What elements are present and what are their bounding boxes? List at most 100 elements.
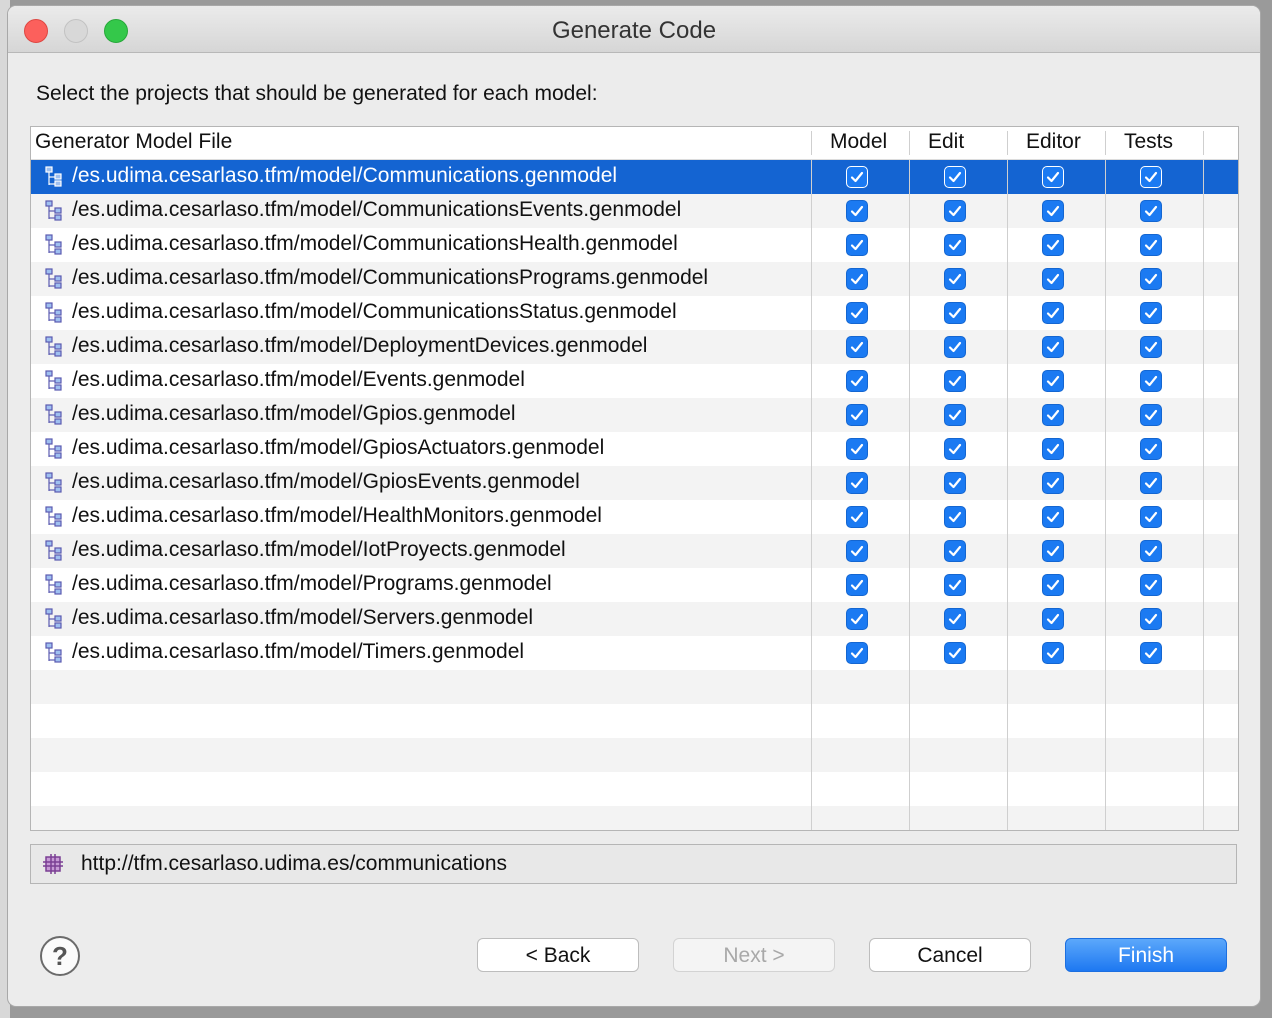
- edit-checkbox[interactable]: [944, 336, 966, 358]
- editor-checkbox[interactable]: [1042, 370, 1064, 392]
- column-header-file[interactable]: Generator Model File: [35, 130, 232, 154]
- table-row[interactable]: /es.udima.cesarlaso.tfm/model/GpiosActua…: [31, 432, 1238, 466]
- column-separator[interactable]: [1203, 131, 1204, 155]
- edit-checkbox[interactable]: [944, 268, 966, 290]
- editor-checkbox[interactable]: [1042, 166, 1064, 188]
- table-row[interactable]: /es.udima.cesarlaso.tfm/model/Communicat…: [31, 194, 1238, 228]
- tests-checkbox[interactable]: [1140, 336, 1162, 358]
- editor-checkbox[interactable]: [1042, 540, 1064, 562]
- editor-checkbox[interactable]: [1042, 234, 1064, 256]
- next-button[interactable]: Next >: [673, 938, 835, 972]
- table-row[interactable]: /es.udima.cesarlaso.tfm/model/Deployment…: [31, 330, 1238, 364]
- model-checkbox[interactable]: [846, 268, 868, 290]
- table-row[interactable]: /es.udima.cesarlaso.tfm/model/Communicat…: [31, 296, 1238, 330]
- edit-checkbox[interactable]: [944, 540, 966, 562]
- table-row[interactable]: /es.udima.cesarlaso.tfm/model/Gpios.genm…: [31, 398, 1238, 432]
- editor-checkbox[interactable]: [1042, 574, 1064, 596]
- column-separator[interactable]: [811, 131, 812, 155]
- genmodel-tree-icon: [44, 608, 64, 630]
- table-row[interactable]: /es.udima.cesarlaso.tfm/model/Timers.gen…: [31, 636, 1238, 670]
- back-button[interactable]: < Back: [477, 938, 639, 972]
- model-checkbox[interactable]: [846, 200, 868, 222]
- editor-checkbox[interactable]: [1042, 472, 1064, 494]
- checkmark-icon: [850, 239, 864, 251]
- edit-checkbox[interactable]: [944, 472, 966, 494]
- cancel-button[interactable]: Cancel: [869, 938, 1031, 972]
- table-row[interactable]: /es.udima.cesarlaso.tfm/model/Communicat…: [31, 228, 1238, 262]
- model-checkbox[interactable]: [846, 540, 868, 562]
- edit-checkbox[interactable]: [944, 642, 966, 664]
- table-row[interactable]: /es.udima.cesarlaso.tfm/model/Communicat…: [31, 262, 1238, 296]
- editor-checkbox[interactable]: [1042, 642, 1064, 664]
- editor-checkbox[interactable]: [1042, 268, 1064, 290]
- editor-checkbox[interactable]: [1042, 506, 1064, 528]
- checkmark-icon: [1144, 239, 1158, 251]
- help-icon[interactable]: ?: [40, 936, 80, 976]
- editor-checkbox[interactable]: [1042, 336, 1064, 358]
- table-row[interactable]: /es.udima.cesarlaso.tfm/model/GpiosEvent…: [31, 466, 1238, 500]
- column-divider: [909, 160, 910, 830]
- model-checkbox[interactable]: [846, 472, 868, 494]
- tests-checkbox[interactable]: [1140, 642, 1162, 664]
- column-header-editor[interactable]: Editor: [1026, 130, 1081, 154]
- tests-checkbox[interactable]: [1140, 540, 1162, 562]
- model-checkbox[interactable]: [846, 302, 868, 324]
- table-row[interactable]: /es.udima.cesarlaso.tfm/model/Events.gen…: [31, 364, 1238, 398]
- tests-checkbox[interactable]: [1140, 234, 1162, 256]
- table-row[interactable]: /es.udima.cesarlaso.tfm/model/Programs.g…: [31, 568, 1238, 602]
- model-checkbox[interactable]: [846, 370, 868, 392]
- tests-checkbox[interactable]: [1140, 472, 1162, 494]
- column-separator[interactable]: [1105, 131, 1106, 155]
- model-checkbox[interactable]: [846, 234, 868, 256]
- editor-checkbox[interactable]: [1042, 302, 1064, 324]
- table-row[interactable]: /es.udima.cesarlaso.tfm/model/Communicat…: [31, 160, 1238, 194]
- tests-checkbox[interactable]: [1140, 166, 1162, 188]
- empty-table-row: [31, 772, 1238, 806]
- table-row[interactable]: /es.udima.cesarlaso.tfm/model/Servers.ge…: [31, 602, 1238, 636]
- checkmark-icon: [850, 511, 864, 523]
- table-row[interactable]: /es.udima.cesarlaso.tfm/model/IotProyect…: [31, 534, 1238, 568]
- edit-checkbox[interactable]: [944, 574, 966, 596]
- checkmark-icon: [850, 375, 864, 387]
- edit-checkbox[interactable]: [944, 370, 966, 392]
- tests-checkbox[interactable]: [1140, 438, 1162, 460]
- edit-checkbox[interactable]: [944, 302, 966, 324]
- tests-checkbox[interactable]: [1140, 200, 1162, 222]
- column-separator[interactable]: [909, 131, 910, 155]
- tests-checkbox[interactable]: [1140, 370, 1162, 392]
- tests-checkbox[interactable]: [1140, 268, 1162, 290]
- checkmark-icon: [850, 307, 864, 319]
- column-divider: [1203, 160, 1204, 830]
- edit-checkbox[interactable]: [944, 234, 966, 256]
- finish-button[interactable]: Finish: [1065, 938, 1227, 972]
- editor-checkbox[interactable]: [1042, 438, 1064, 460]
- model-checkbox[interactable]: [846, 608, 868, 630]
- edit-checkbox[interactable]: [944, 438, 966, 460]
- tests-checkbox[interactable]: [1140, 302, 1162, 324]
- model-checkbox[interactable]: [846, 642, 868, 664]
- column-header-tests[interactable]: Tests: [1124, 130, 1173, 154]
- editor-checkbox[interactable]: [1042, 608, 1064, 630]
- editor-checkbox[interactable]: [1042, 200, 1064, 222]
- model-checkbox[interactable]: [846, 404, 868, 426]
- edit-checkbox[interactable]: [944, 200, 966, 222]
- tests-checkbox[interactable]: [1140, 574, 1162, 596]
- model-checkbox[interactable]: [846, 336, 868, 358]
- edit-checkbox[interactable]: [944, 404, 966, 426]
- column-header-edit[interactable]: Edit: [928, 130, 964, 154]
- column-header-model[interactable]: Model: [830, 130, 887, 154]
- edit-checkbox[interactable]: [944, 506, 966, 528]
- tests-checkbox[interactable]: [1140, 608, 1162, 630]
- edit-checkbox[interactable]: [944, 608, 966, 630]
- edit-checkbox[interactable]: [944, 166, 966, 188]
- model-checkbox[interactable]: [846, 438, 868, 460]
- column-separator[interactable]: [1007, 131, 1008, 155]
- model-checkbox[interactable]: [846, 506, 868, 528]
- tests-checkbox[interactable]: [1140, 506, 1162, 528]
- model-checkbox[interactable]: [846, 574, 868, 596]
- genmodel-file-label: /es.udima.cesarlaso.tfm/model/Servers.ge…: [72, 606, 534, 629]
- model-checkbox[interactable]: [846, 166, 868, 188]
- editor-checkbox[interactable]: [1042, 404, 1064, 426]
- table-row[interactable]: /es.udima.cesarlaso.tfm/model/HealthMoni…: [31, 500, 1238, 534]
- tests-checkbox[interactable]: [1140, 404, 1162, 426]
